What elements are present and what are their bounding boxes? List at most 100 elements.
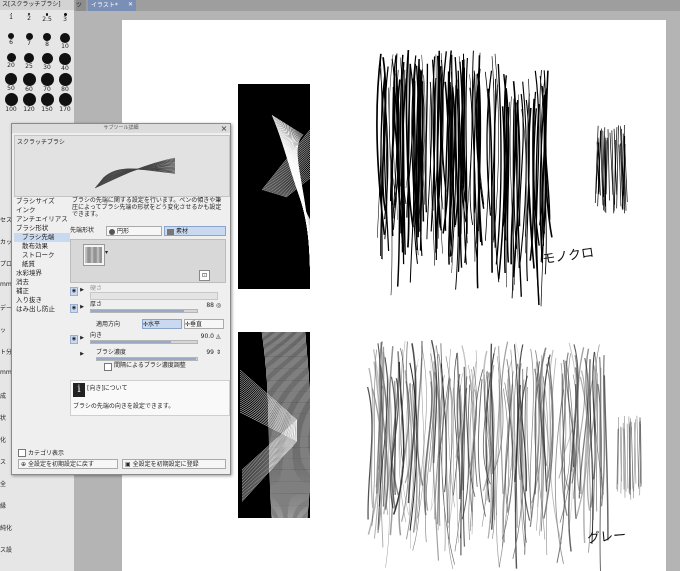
brush-size-option[interactable]: 70 [38, 72, 56, 93]
brush-size-option[interactable]: 20 [2, 52, 20, 72]
expand-icon[interactable]: ▶ [79, 304, 85, 310]
angle-slider[interactable] [90, 340, 198, 344]
register-icon: ▣ [125, 461, 133, 468]
brush-size-option[interactable]: 2 [20, 12, 38, 32]
brush-dot-icon [22, 73, 36, 86]
eye-icon[interactable]: ◉ [70, 335, 78, 344]
brush-size-label: 3 [63, 16, 67, 23]
category-item[interactable]: 散布効果 [14, 242, 70, 251]
brush-size-label: 10 [61, 43, 69, 50]
vertical-button[interactable]: ✢垂直 [184, 319, 224, 329]
category-item[interactable]: 補正 [14, 287, 70, 296]
brush-size-option[interactable]: 3 [56, 12, 74, 32]
category-item[interactable]: ストローク [14, 251, 70, 260]
brush-size-option[interactable]: 120 [20, 92, 38, 113]
width-label: 厚さ [90, 301, 103, 308]
density-slider[interactable] [96, 357, 198, 361]
brush-size-option[interactable]: 40 [56, 52, 74, 72]
thickness-slider[interactable] [90, 292, 218, 300]
brush-size-option[interactable]: 50 [2, 72, 20, 92]
brush-size-option[interactable]: 8 [38, 32, 56, 52]
show-category-checkbox[interactable] [18, 449, 26, 457]
brush-dot-icon [24, 53, 34, 63]
angle-value[interactable]: 90.0 [196, 333, 214, 340]
brush-size-label: 2 [27, 15, 31, 22]
brush-size-option[interactable]: 30 [38, 52, 56, 72]
vertical-label: 垂直 [190, 321, 203, 328]
category-item[interactable]: 消去 [14, 278, 70, 287]
material-thumb-lines [85, 247, 102, 263]
category-item[interactable]: ブラシ形状 [14, 224, 70, 233]
expand-icon[interactable]: ▶ [79, 351, 85, 357]
brush-size-option[interactable]: 80 [56, 72, 74, 93]
brush-size-option[interactable]: 1 [2, 12, 20, 32]
subtool-detail-dialog: サブツール詳細 × スクラッチブラシ ブラシサイズ インク アンチエイリアス ブラシ形… [11, 123, 231, 475]
dialog-footer: カテゴリ表示 ⊕ 全設定を初期設定に戻す ▣ 全設定を初期設定に登録 [14, 449, 228, 473]
brush-size-option[interactable]: 10 [56, 32, 74, 52]
tip-circle-label: 円形 [117, 228, 130, 235]
brush-size-label: 170 [59, 106, 71, 113]
density-checkbox[interactable] [104, 363, 112, 371]
brush-size-label: 120 [23, 106, 35, 113]
brush-dot-icon [41, 53, 53, 64]
brush-size-option[interactable]: 60 [20, 72, 38, 93]
category-item[interactable]: 紙質 [14, 260, 70, 269]
show-category-label: カテゴリ表示 [28, 450, 65, 457]
reset-all-label: 全設定を初期設定に戻す [27, 461, 94, 468]
pressure-icon[interactable]: ◎ [216, 302, 221, 309]
width-slider[interactable] [90, 309, 198, 313]
category-item[interactable]: ブラシサイズ [14, 197, 70, 206]
brush-dot-icon [6, 53, 16, 62]
category-item[interactable]: アンチエイリアス [14, 215, 70, 224]
eye-icon[interactable]: ◉ [70, 304, 78, 313]
close-icon[interactable]: × [220, 124, 228, 133]
reset-all-button[interactable]: ⊕ 全設定を初期設定に戻す [18, 459, 118, 469]
density-value[interactable]: 99 [196, 349, 214, 356]
brush-size-option[interactable]: 150 [38, 92, 56, 113]
material-list[interactable]: ▾ ⊡ [70, 239, 226, 283]
section-description: ブラシの先端に関する設定を行います。ペンの傾きや筆圧によってブラシ先端の形状をど… [72, 197, 222, 218]
brush-size-option[interactable]: 25 [20, 52, 38, 72]
brush-size-label: 8 [45, 41, 49, 48]
brush-size-option[interactable]: 6 [2, 32, 20, 52]
direction-label: 適用方向 [96, 321, 121, 328]
category-item[interactable]: インク [14, 206, 70, 215]
brush-size-label: 2.5 [42, 15, 52, 23]
tab-prev[interactable]: ツ [76, 0, 86, 11]
brush-size-label: 100 [5, 106, 17, 113]
brush-size-label: 6 [9, 39, 13, 46]
info-icon: i [73, 383, 85, 397]
tab-close-icon[interactable]: ✕ [128, 1, 136, 9]
brush-size-option[interactable]: 2.5 [38, 12, 56, 32]
density-check-label: 間隔によるブラシ濃度調整 [114, 362, 186, 369]
category-item[interactable]: 入り抜き [14, 296, 70, 305]
category-item[interactable]: 水彩境界 [14, 269, 70, 278]
material-menu-chevron-icon[interactable]: ▾ [105, 249, 108, 256]
register-all-button[interactable]: ▣ 全設定を初期設定に登録 [122, 459, 226, 469]
material-thumbnail[interactable] [83, 244, 105, 266]
circle-icon [109, 228, 115, 235]
pressure-icon[interactable]: ◬ [216, 333, 221, 340]
pressure-icon[interactable]: ⇕ [216, 349, 221, 356]
width-value[interactable]: 88 [196, 302, 214, 309]
register-all-label: 全設定を初期設定に登録 [132, 461, 199, 468]
brush-size-option[interactable]: 170 [56, 92, 74, 113]
brush-dot-icon [60, 33, 70, 43]
brush-size-option[interactable]: 7 [20, 32, 38, 52]
tip-material-button[interactable]: 素材 [164, 226, 226, 236]
side-panel-label: 純化 [0, 525, 12, 532]
category-item[interactable]: ブラシ先端 [14, 233, 70, 242]
expand-icon[interactable]: ▶ [79, 287, 85, 293]
tip-shape-label: 先端形状 [70, 227, 95, 234]
preview-stroke [94, 157, 176, 189]
delete-material-icon[interactable]: ⊡ [199, 270, 210, 281]
horizontal-button[interactable]: ✢水平 [142, 319, 182, 329]
brush-size-option[interactable]: 100 [2, 92, 20, 113]
eye-icon[interactable]: ◉ [70, 287, 78, 296]
expand-icon[interactable]: ▶ [79, 335, 85, 341]
tip-circle-button[interactable]: 円形 [106, 226, 162, 236]
brush-size-grid: 1 2 2.5 3 6 7 8 10 20 25 30 40 50 60 70 80 100 120 150 170 [2, 12, 74, 113]
brush-dot-icon [40, 73, 54, 86]
category-item[interactable]: はみ出し防止 [14, 305, 70, 314]
side-panel-label: 全 [0, 481, 7, 488]
